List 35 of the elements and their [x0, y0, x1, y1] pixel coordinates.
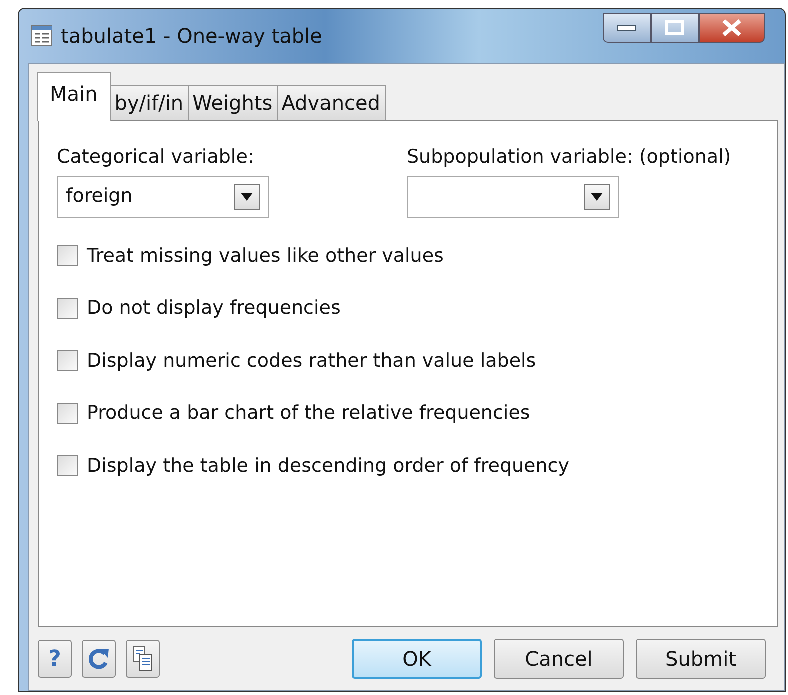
window-title: tabulate1 - One-way table [61, 23, 322, 50]
help-button[interactable]: ? [38, 640, 72, 678]
field-value: foreign [66, 184, 133, 210]
field-label: Categorical variable: [57, 145, 256, 170]
copy-button[interactable] [126, 640, 160, 678]
tab[interactable]: Main [37, 72, 111, 121]
minimize-icon [617, 24, 637, 32]
checkbox[interactable] [57, 245, 78, 266]
minimize-button[interactable] [603, 13, 651, 43]
refresh-button[interactable] [82, 640, 116, 678]
checkbox[interactable] [57, 298, 78, 319]
maximize-icon [665, 20, 685, 36]
refresh-icon [88, 647, 110, 671]
close-button[interactable] [699, 13, 765, 43]
cancel-button[interactable]: Cancel [494, 639, 624, 679]
checkbox[interactable] [57, 455, 78, 476]
dropdown-field[interactable]: foreign [57, 176, 269, 218]
option-label: Treat missing values like other values [87, 244, 444, 268]
checkbox[interactable] [57, 350, 78, 372]
option-label: Produce a bar chart of the relative frequencies [87, 401, 530, 426]
copy-icon [133, 646, 153, 672]
ok-button[interactable]: OK [352, 639, 482, 679]
option-label: Do not display frequencies [87, 296, 341, 321]
table-icon [31, 25, 53, 47]
maximize-button[interactable] [651, 13, 699, 43]
tab[interactable]: Advanced [276, 85, 386, 120]
tab[interactable]: by/if/in [110, 85, 189, 120]
dropdown-field[interactable] [407, 176, 619, 218]
close-icon [721, 19, 743, 37]
field-label: Subpopulation variable: (optional) [407, 145, 732, 170]
submit-button[interactable]: Submit [636, 639, 766, 679]
checkbox[interactable] [57, 402, 78, 424]
option-label: Display numeric codes rather than value labels [87, 348, 536, 374]
option-label: Display the table in descending order of frequency [87, 454, 570, 478]
tab[interactable]: Weights [188, 85, 278, 120]
